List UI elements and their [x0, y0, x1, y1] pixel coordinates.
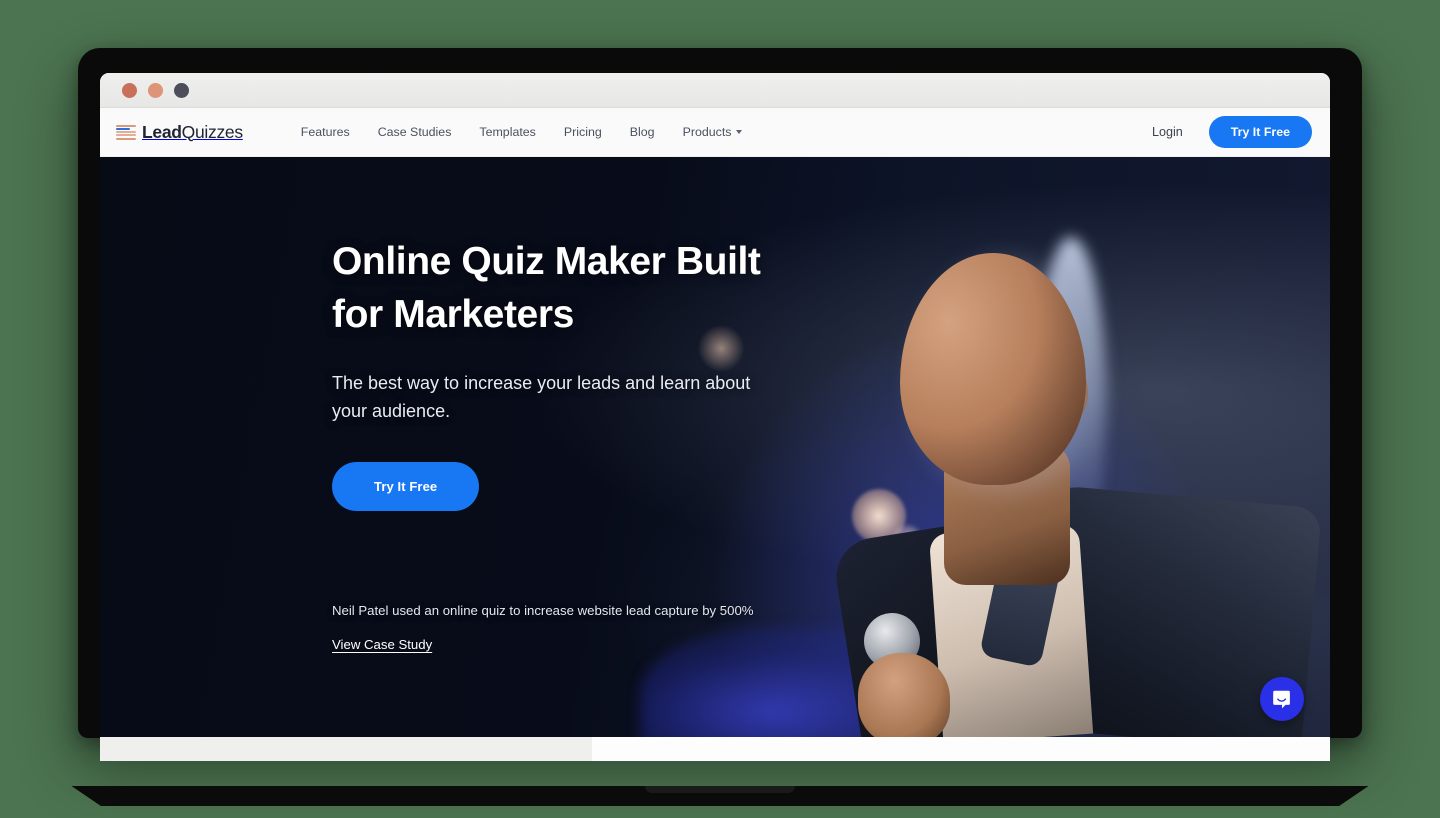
footer-right-block — [592, 737, 1330, 761]
hero-title-line-1: Online Quiz Maker Built — [332, 240, 761, 283]
screenshot-scene: LeadQuizzes Features Case Studies Templa… — [0, 0, 1440, 818]
brand-wordmark: LeadQuizzes — [142, 122, 243, 143]
view-case-study-link[interactable]: View Case Study — [332, 637, 432, 652]
browser-titlebar — [100, 73, 1330, 108]
minimize-window-button[interactable] — [148, 82, 163, 98]
header-actions: Login Try It Free — [1152, 116, 1312, 148]
brand-wordmark-regular: Quizzes — [181, 121, 243, 142]
login-link[interactable]: Login — [1152, 125, 1183, 139]
nav-item-products[interactable]: Products — [683, 125, 743, 139]
speaker-photo-subject — [768, 177, 1328, 737]
hand — [858, 653, 950, 737]
hero-subtitle: The best way to increase your leads and … — [332, 373, 751, 421]
leadquizzes-logo-icon — [116, 124, 136, 141]
nav-item-case-studies[interactable]: Case Studies — [378, 125, 452, 139]
brand-logo-link[interactable]: LeadQuizzes — [116, 122, 243, 143]
chat-launcher-button[interactable] — [1260, 677, 1304, 721]
laptop-device: LeadQuizzes Features Case Studies Templa… — [71, 48, 1369, 806]
hero-title: Online Quiz Maker Built for Marketers — [332, 235, 820, 341]
browser-window: LeadQuizzes Features Case Studies Templa… — [100, 73, 1330, 761]
hero-proof-text: Neil Patel used an online quiz to increa… — [332, 602, 754, 618]
nav-item-features[interactable]: Features — [301, 125, 350, 139]
laptop-notch — [645, 786, 795, 793]
hero-section: Online Quiz Maker Built for Marketers Th… — [100, 157, 1330, 737]
nav-label: Templates — [479, 125, 536, 139]
nav-label: Case Studies — [377, 125, 452, 139]
hero-copy: Online Quiz Maker Built for Marketers Th… — [100, 157, 820, 654]
zoom-window-button[interactable] — [174, 82, 189, 98]
header-try-it-free-button[interactable]: Try It Free — [1208, 116, 1312, 148]
close-window-button[interactable] — [122, 82, 137, 98]
footer-left-block — [100, 737, 592, 761]
nav-item-blog[interactable]: Blog — [630, 125, 655, 139]
nav-item-templates[interactable]: Templates — [479, 125, 535, 139]
site-header: LeadQuizzes Features Case Studies Templa… — [100, 108, 1330, 157]
brand-wordmark-bold: Lead — [142, 121, 182, 142]
intercom-chat-bubble-icon — [1273, 690, 1290, 709]
hero-try-it-free-button[interactable]: Try It Free — [332, 461, 480, 511]
page-footer-strip — [100, 737, 1330, 761]
chevron-down-icon — [736, 130, 743, 134]
nav-item-pricing[interactable]: Pricing — [564, 125, 602, 139]
nav-label: Blog — [629, 125, 655, 139]
nav-label: Products — [682, 125, 732, 139]
hero-title-line-2: for Marketers — [332, 293, 574, 337]
primary-navigation: Features Case Studies Templates Pricing … — [301, 125, 743, 139]
nav-label: Features — [300, 125, 350, 139]
nav-label: Pricing — [563, 125, 602, 139]
